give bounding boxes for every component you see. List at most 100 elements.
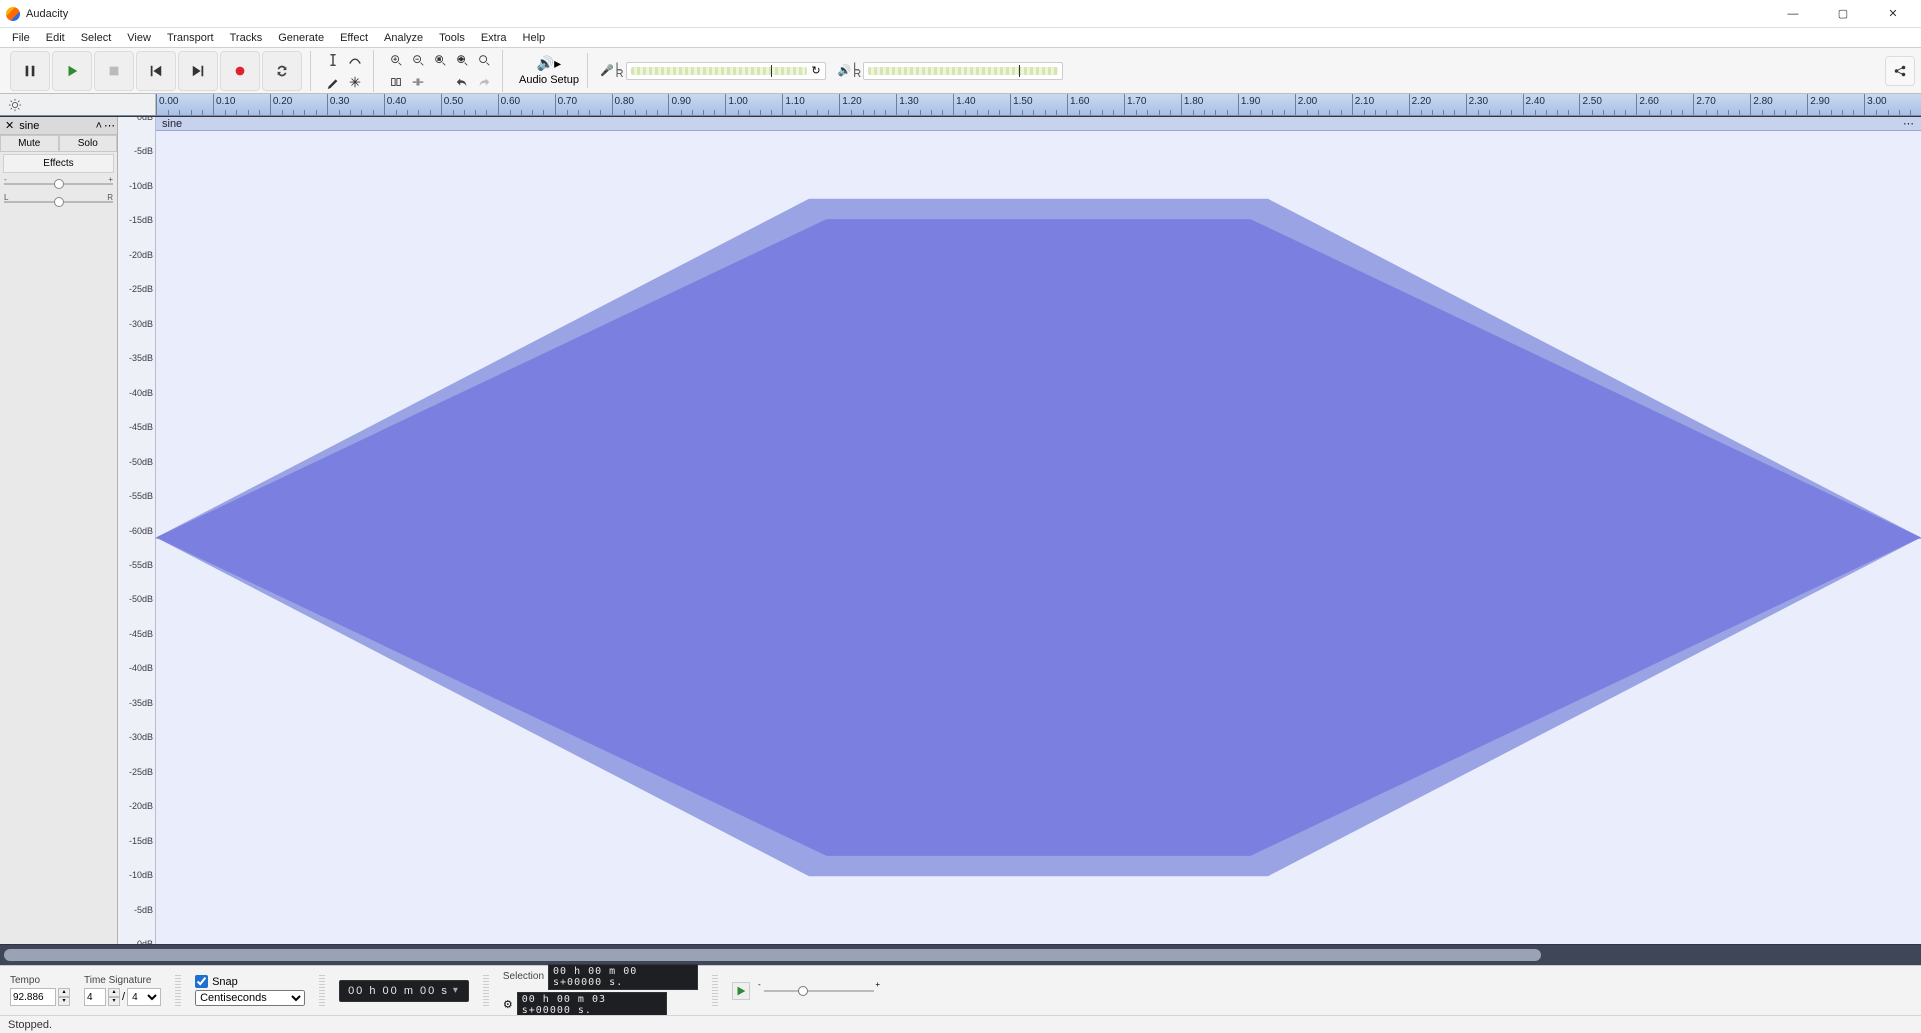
minimize-button[interactable]: ― xyxy=(1777,4,1809,24)
db-label: -20dB xyxy=(129,250,153,260)
tempo-input[interactable] xyxy=(10,988,56,1006)
undo-button[interactable] xyxy=(452,72,472,92)
snap-unit-select[interactable]: Centiseconds xyxy=(195,990,305,1006)
clip-menu-button[interactable]: ⋯ xyxy=(1903,117,1921,130)
menu-extra[interactable]: Extra xyxy=(473,30,515,46)
db-scale[interactable]: 0dB-5dB-10dB-15dB-20dB-25dB-30dB-35dB-40… xyxy=(118,117,156,944)
time-counter[interactable]: 00 h 00 m 00 s ▾ xyxy=(339,980,469,1002)
silence-button[interactable] xyxy=(408,72,428,92)
maximize-button[interactable]: ▢ xyxy=(1827,4,1859,24)
trim-button[interactable] xyxy=(386,72,406,92)
selection-label: Selection xyxy=(503,971,544,982)
fit-project-button[interactable] xyxy=(452,50,472,70)
play-at-speed-button[interactable] xyxy=(732,982,750,1000)
db-label: -45dB xyxy=(129,629,153,639)
timesig-num-down[interactable]: ▾ xyxy=(108,997,120,1006)
menu-file[interactable]: File xyxy=(4,30,38,46)
timeline-tick: 0.60 xyxy=(498,94,555,115)
share-audio-button[interactable] xyxy=(1885,56,1915,86)
toolbar-grip-2[interactable] xyxy=(319,975,325,1007)
timeline-ruler[interactable]: 0.000.100.200.300.400.500.600.700.800.90… xyxy=(156,94,1921,115)
track-collapse-button[interactable]: ˄ xyxy=(96,120,102,132)
tempo-up[interactable]: ▴ xyxy=(58,988,70,997)
loop-button[interactable] xyxy=(262,51,302,91)
gear-icon xyxy=(8,98,22,112)
menu-help[interactable]: Help xyxy=(515,30,554,46)
zoom-in-button[interactable] xyxy=(386,50,406,70)
playback-speed-slider[interactable]: - + xyxy=(764,984,874,998)
db-label: -60dB xyxy=(129,526,153,536)
menu-tools[interactable]: Tools xyxy=(431,30,473,46)
selection-end-counter[interactable]: 00 h 00 m 03 s+00000 s. xyxy=(517,992,667,1018)
db-label: -5dB xyxy=(134,905,153,915)
track-menu-button[interactable]: ⋯ xyxy=(104,119,115,132)
menu-generate[interactable]: Generate xyxy=(270,30,332,46)
skip-end-button[interactable] xyxy=(178,51,218,91)
timesig-den-select[interactable]: 4 xyxy=(127,988,161,1006)
menu-view[interactable]: View xyxy=(119,30,159,46)
timesig-sep: / xyxy=(122,991,125,1003)
selection-start-counter[interactable]: 00 h 00 m 00 s+00000 s. xyxy=(548,964,698,990)
toolbar-grip-1[interactable] xyxy=(175,975,181,1007)
multi-tool-button[interactable] xyxy=(345,72,365,92)
track-close-button[interactable]: ✕ xyxy=(2,119,17,132)
menu-transport[interactable]: Transport xyxy=(159,30,222,46)
timesig-num-up[interactable]: ▴ xyxy=(108,988,120,997)
mic-icon[interactable]: 🎤 xyxy=(600,64,614,77)
menu-tracks[interactable]: Tracks xyxy=(222,30,271,46)
gain-slider[interactable]: - + xyxy=(4,177,113,191)
zoom-toggle-button[interactable] xyxy=(474,50,494,70)
timeline-tick: 2.20 xyxy=(1409,94,1466,115)
selection-tool-button[interactable] xyxy=(323,50,343,70)
tempo-down[interactable]: ▾ xyxy=(58,997,70,1006)
tracks-area: ✕ sine ˄ ⋯ Mute Solo Effects - + L R 0dB… xyxy=(0,116,1921,945)
envelope-tool-button[interactable] xyxy=(345,50,365,70)
speaker-small-icon[interactable]: 🔊 xyxy=(838,64,852,77)
pause-button[interactable] xyxy=(10,51,50,91)
menu-select[interactable]: Select xyxy=(73,30,120,46)
selection-group: Selection 00 h 00 m 00 s+00000 s. ⚙ 00 h… xyxy=(503,964,698,1018)
solo-button[interactable]: Solo xyxy=(59,135,118,152)
timeline-tick: 2.40 xyxy=(1523,94,1580,115)
waveform-area[interactable]: sine ⋯ xyxy=(156,117,1921,944)
playback-meter[interactable] xyxy=(863,62,1063,80)
pan-slider[interactable]: L R xyxy=(4,195,113,209)
audio-setup-button[interactable]: 🔊▸ Audio Setup xyxy=(511,53,588,88)
timeline-settings-button[interactable] xyxy=(0,94,156,115)
menubar: File Edit Select View Transport Tracks G… xyxy=(0,28,1921,48)
db-label: -50dB xyxy=(129,457,153,467)
selection-gear-button[interactable]: ⚙ xyxy=(503,998,513,1011)
toolbar-grip-4[interactable] xyxy=(712,975,718,1007)
skip-start-button[interactable] xyxy=(136,51,176,91)
timesig-num-input[interactable] xyxy=(84,988,106,1006)
stop-button[interactable] xyxy=(94,51,134,91)
snap-checkbox[interactable] xyxy=(195,975,208,988)
mute-button[interactable]: Mute xyxy=(0,135,59,152)
redo-button[interactable] xyxy=(474,72,494,92)
track-control-panel: ✕ sine ˄ ⋯ Mute Solo Effects - + L R xyxy=(0,117,118,944)
time-counter-menu[interactable]: ▾ xyxy=(453,985,460,996)
status-text: Stopped. xyxy=(8,1019,52,1031)
menu-edit[interactable]: Edit xyxy=(38,30,73,46)
menu-analyze[interactable]: Analyze xyxy=(376,30,431,46)
timesig-label: Time Signature xyxy=(84,975,161,986)
timeline-tick: 3.00 xyxy=(1864,94,1921,115)
effects-button[interactable]: Effects xyxy=(3,154,114,173)
zoom-out-button[interactable] xyxy=(408,50,428,70)
horizontal-scrollbar[interactable] xyxy=(0,945,1921,965)
fit-selection-button[interactable] xyxy=(430,50,450,70)
draw-tool-button[interactable] xyxy=(323,72,343,92)
timeline-tick: 0.90 xyxy=(668,94,725,115)
play-button[interactable] xyxy=(52,51,92,91)
recording-meter[interactable]: ↻ xyxy=(626,62,826,80)
menu-effect[interactable]: Effect xyxy=(332,30,376,46)
track-name-label[interactable]: sine xyxy=(19,120,93,132)
close-button[interactable]: ✕ xyxy=(1877,4,1909,24)
tempo-group: Tempo ▴▾ xyxy=(10,975,70,1006)
timesig-group: Time Signature ▴▾ / 4 xyxy=(84,975,161,1006)
toolbar-grip-3[interactable] xyxy=(483,975,489,1007)
scroll-thumb[interactable] xyxy=(4,949,1541,961)
db-label: -45dB xyxy=(129,422,153,432)
record-button[interactable] xyxy=(220,51,260,91)
clip-title-bar[interactable]: sine ⋯ xyxy=(156,117,1921,131)
